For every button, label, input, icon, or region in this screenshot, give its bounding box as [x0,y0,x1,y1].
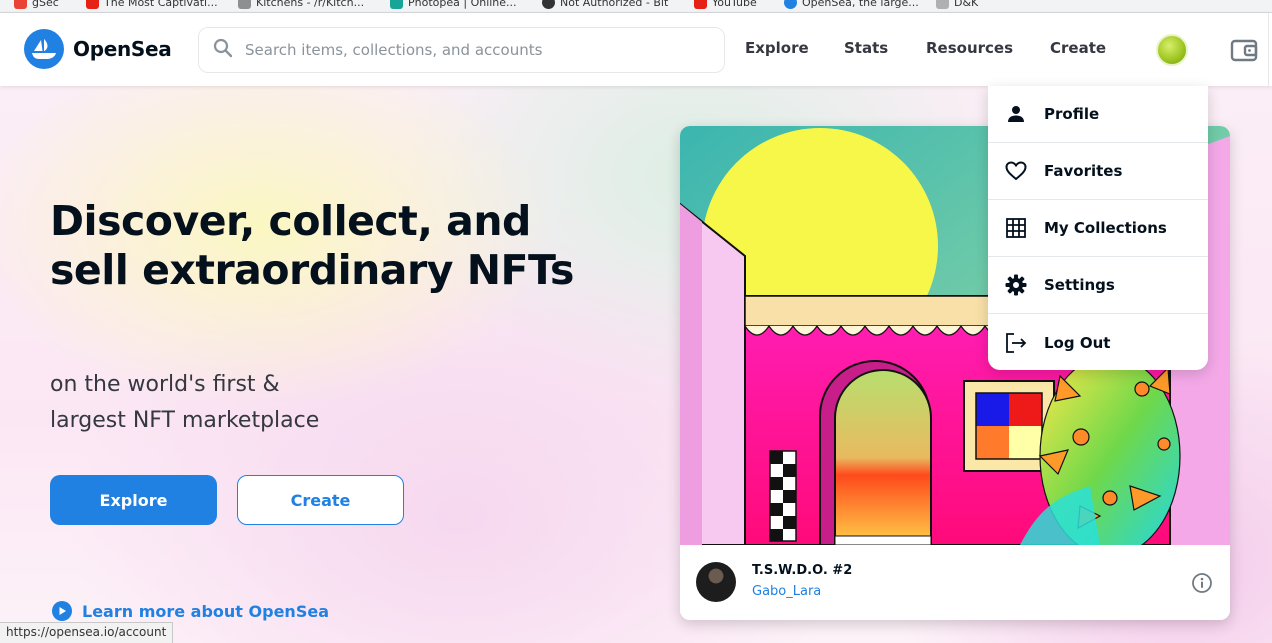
creator-avatar[interactable] [696,562,736,602]
bookmark-6[interactable]: OpenSea, the large... [784,0,919,9]
status-bar-url: https://opensea.io/account [0,622,174,643]
bookmark-favicon-icon [542,0,555,9]
header-divider [1268,13,1269,86]
search-icon [213,38,233,62]
create-button[interactable]: Create [237,475,404,525]
bookmark-favicon-icon [86,0,99,9]
grid-icon [1004,216,1028,240]
nft-title: T.S.W.D.O. #2 [752,563,853,578]
account-dropdown-menu: Profile Favorites My Collections Setting… [988,86,1208,370]
hero-headline: Discover, collect, and sell extraordinar… [50,197,574,294]
bookmark-folder-icon [936,0,949,9]
bookmark-2[interactable]: Kitchens - /r/Kitch... [238,0,364,9]
heart-icon [1004,159,1028,183]
learn-more-link[interactable]: Learn more about OpenSea [52,601,329,621]
menu-item-label: Settings [1044,276,1115,294]
bookmark-5[interactable]: YouTube [694,0,757,9]
play-icon [52,601,72,621]
menu-item-settings[interactable]: Settings [988,257,1208,314]
menu-item-log-out[interactable]: Log Out [988,314,1208,371]
bookmark-0[interactable]: gSec [14,0,59,9]
bookmark-favicon-icon [14,0,27,9]
search-bar[interactable] [198,27,725,73]
menu-item-favorites[interactable]: Favorites [988,143,1208,200]
nft-card-footer: T.S.W.D.O. #2 Gabo_Lara [680,545,1230,620]
bookmark-3[interactable]: Photopea | Online... [390,0,517,9]
bookmark-1[interactable]: The Most Captivati... [86,0,218,9]
bookmark-favicon-icon [694,0,707,9]
bookmark-4[interactable]: Not Authorized - Bit [542,0,668,9]
opensea-boat-icon [24,29,64,69]
explore-button[interactable]: Explore [50,475,217,525]
bookmark-favicon-icon [238,0,251,9]
menu-item-label: Profile [1044,105,1100,123]
bookmark-7[interactable]: D&K [936,0,978,9]
menu-item-label: Favorites [1044,162,1123,180]
hero-subline-line-2: largest NFT marketplace [50,408,320,433]
learn-more-label: Learn more about OpenSea [82,601,329,621]
nav-explore[interactable]: Explore [745,39,809,57]
logout-icon [1004,331,1028,355]
nav-resources[interactable]: Resources [926,39,1013,57]
hero-subline: on the world's first & largest NFT marke… [50,367,470,439]
bookmark-favicon-icon [784,0,797,9]
brand-name: OpenSea [73,37,172,61]
bookmarks-bar: gSec The Most Captivati... Kitchens - /r… [0,0,1272,13]
site-header: OpenSea Explore Stats Resources Create [0,13,1272,86]
info-icon[interactable] [1191,572,1213,594]
menu-item-label: My Collections [1044,219,1167,237]
menu-item-label: Log Out [1044,333,1111,352]
nav-create[interactable]: Create [1050,39,1106,57]
bookmark-favicon-icon [390,0,403,9]
hero-subline-line-1: on the world's first & [50,372,280,397]
nft-creator-link[interactable]: Gabo_Lara [752,584,821,599]
menu-item-profile[interactable]: Profile [988,86,1208,143]
menu-item-my-collections[interactable]: My Collections [988,200,1208,257]
opensea-logo[interactable]: OpenSea [24,29,172,69]
search-input[interactable] [245,41,685,59]
account-avatar[interactable] [1156,34,1188,66]
person-icon [1004,102,1028,126]
nav-stats[interactable]: Stats [844,39,888,57]
gear-icon [1004,273,1028,297]
wallet-icon[interactable] [1230,36,1258,64]
